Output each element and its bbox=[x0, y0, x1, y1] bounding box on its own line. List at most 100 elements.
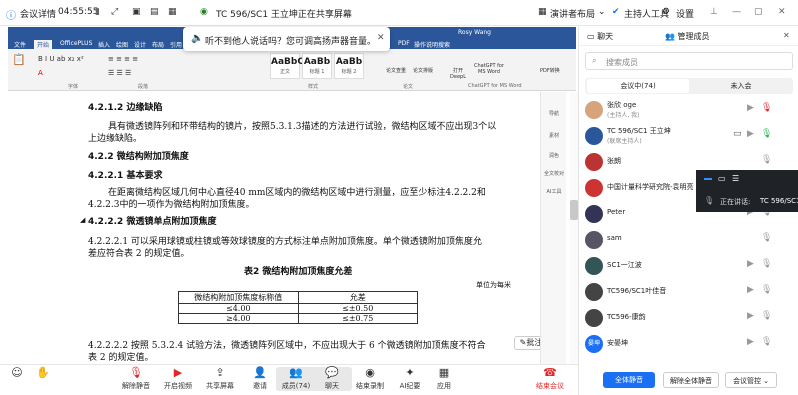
close-icon[interactable]: ✕ bbox=[377, 33, 385, 43]
member-row[interactable]: SC1一江波 ▶ 🎙 bbox=[579, 254, 798, 280]
stop-recording-button[interactable]: ◉ 结束录制 bbox=[350, 367, 390, 391]
start-video-button[interactable]: ▶ 开启视频 bbox=[158, 367, 198, 391]
invite-button[interactable]: 👤 邀请 bbox=[240, 367, 280, 391]
ribbon-button[interactable]: 论文查重 bbox=[386, 67, 406, 74]
ribbon-group-label: 字体 bbox=[68, 84, 79, 90]
video-off-icon[interactable]: ▶ bbox=[747, 129, 754, 139]
meeting-details-link[interactable]: 会议详情 bbox=[20, 7, 56, 20]
hang-up-icon: ☎ bbox=[543, 366, 557, 379]
gear-icon[interactable]: ⚙ bbox=[662, 7, 670, 17]
style-normal[interactable]: AaBbC 正文 bbox=[270, 53, 304, 79]
style-heading-2[interactable]: AaBb 标题 2 bbox=[334, 53, 364, 79]
search-input[interactable]: ⌕ 搜索成员 bbox=[585, 52, 793, 70]
mic-muted-icon[interactable]: 🎙 bbox=[761, 103, 772, 113]
meeting-top-bar: ⓘ 会议详情 04:55:55 ▮ ⤢ ▣ ▤ ▦ ◉ TC 596/SC1 王… bbox=[0, 0, 798, 26]
video-off-icon[interactable]: ▶ bbox=[747, 311, 754, 321]
minimize-icon[interactable] bbox=[704, 178, 712, 180]
info-icon[interactable]: ⓘ bbox=[6, 7, 16, 22]
pdf-convert-button[interactable]: PDF转换 bbox=[540, 67, 560, 74]
member-row[interactable]: 张欣 oge (主持人, 我) ▶ 🎙 bbox=[579, 98, 798, 124]
members-button[interactable]: 👥 成员(74) bbox=[276, 367, 316, 391]
deepl-button[interactable]: 打开 DeepL bbox=[450, 67, 466, 80]
word-tab[interactable]: 绘图 bbox=[116, 40, 128, 49]
mic-muted-icon[interactable]: 🎙 bbox=[761, 311, 772, 321]
member-row[interactable]: TC596/SC1叶佳音 ▶ 🎙 bbox=[579, 280, 798, 306]
side-tool[interactable]: 润色 bbox=[544, 152, 564, 159]
word-tab[interactable]: 设计 bbox=[134, 40, 146, 49]
minimize-icon[interactable]: — bbox=[732, 7, 741, 17]
word-tab[interactable]: PDF bbox=[398, 40, 410, 47]
share-screen-icon: ▭ bbox=[733, 129, 742, 139]
tab-chat[interactable]: ▭ 聊天 bbox=[587, 31, 613, 42]
notice-text: 听不到他人说话吗？您可调高扬声器音量。 bbox=[205, 37, 377, 47]
side-tool[interactable]: 全文校对 bbox=[544, 170, 564, 177]
popout-icon[interactable]: ⤢ bbox=[111, 7, 118, 17]
video-off-icon[interactable]: ▶ bbox=[747, 285, 754, 295]
unmute-all-button[interactable]: 解除全体静音 bbox=[663, 372, 719, 388]
window-icon[interactable]: ▭ bbox=[718, 174, 726, 183]
mic-muted-icon[interactable]: 🎙 bbox=[761, 259, 772, 269]
chatgpt-button[interactable]: ChatGPT for MS Word bbox=[470, 63, 508, 75]
meeting-toolbar: ☺ ✋ 🎙 解除静音 ▶ 开启视频 ⇪ 共享屏幕 👤 邀请 👥 成员(74) 💬 聊天 ◉ 结… bbox=[0, 364, 578, 395]
close-icon[interactable]: ✕ bbox=[778, 7, 786, 17]
menu-icon[interactable]: ☰ bbox=[732, 174, 739, 183]
collapse-arrow-icon[interactable]: ◢ bbox=[80, 216, 85, 224]
chat-button[interactable]: 💬 聊天 bbox=[312, 367, 352, 391]
mic-muted-icon[interactable]: 🎙 bbox=[761, 337, 772, 347]
maximize-icon[interactable]: ▢ bbox=[754, 7, 763, 17]
search-placeholder: 搜索成员 bbox=[606, 58, 638, 67]
paragraph-controls[interactable]: ≡ ≡ ≡ ≡ bbox=[108, 55, 138, 63]
style-heading-1[interactable]: AaBb 标题 1 bbox=[302, 53, 332, 79]
member-row[interactable]: TC596-康韵 ▶ 🎙 bbox=[579, 306, 798, 332]
ribbon-button[interactable]: 论文排版 bbox=[413, 67, 433, 74]
settings-button[interactable]: 设置 bbox=[676, 7, 694, 20]
raise-hand-icon[interactable]: ✋ bbox=[28, 367, 58, 381]
align-controls[interactable]: ☰ ☰ ☰ bbox=[108, 69, 131, 77]
tab-in-meeting[interactable]: 会议中(74) bbox=[587, 79, 689, 93]
side-tool[interactable]: 素材 bbox=[544, 132, 564, 139]
avatar bbox=[585, 127, 603, 145]
mic-muted-icon[interactable]: 🎙 bbox=[761, 285, 772, 295]
member-name: 张朗 bbox=[607, 157, 621, 165]
mute-all-button[interactable]: 全体静音 bbox=[603, 372, 655, 388]
word-tab[interactable]: 插入 bbox=[98, 40, 110, 49]
video-off-icon[interactable]: ▶ bbox=[747, 259, 754, 269]
unmute-button[interactable]: 🎙 解除静音 bbox=[116, 367, 156, 391]
speaker-layout-button[interactable]: 演讲者布局 bbox=[550, 7, 595, 20]
member-row[interactable]: sam 🎙 bbox=[579, 228, 798, 254]
side-tool[interactable]: AI工具 bbox=[544, 188, 564, 195]
pin-icon[interactable]: ⊥ bbox=[710, 7, 718, 17]
toolbar-label: 开启视频 bbox=[164, 382, 192, 390]
tab-manage-members[interactable]: 👥 管理成员 bbox=[665, 31, 710, 42]
side-tool[interactable]: 导航 bbox=[544, 110, 564, 117]
apps-button[interactable]: ▦ 应用 bbox=[424, 367, 464, 391]
end-meeting-button[interactable]: ☎ 结束会议 bbox=[530, 367, 570, 391]
mic-muted-icon[interactable]: 🎙 bbox=[761, 233, 772, 243]
tab-not-joined[interactable]: 未入会 bbox=[691, 79, 791, 93]
member-name: SC1一江波 bbox=[607, 261, 642, 269]
member-row[interactable]: 晏坤 安晏坤 ▶ 🎙 bbox=[579, 332, 798, 358]
style-name: 标题 1 bbox=[309, 69, 325, 75]
mic-on-icon[interactable]: 🎙 bbox=[761, 129, 772, 139]
font-color-icon[interactable]: A bbox=[38, 69, 43, 77]
word-tab[interactable]: OfficePLUS bbox=[60, 40, 92, 47]
chevron-down-icon[interactable]: ⌄ bbox=[598, 7, 606, 17]
word-tab[interactable]: 开始 bbox=[34, 40, 53, 49]
vertical-scrollbar[interactable] bbox=[570, 92, 578, 374]
word-tab[interactable]: 文件 bbox=[14, 40, 26, 49]
toolbar-label: 邀请 bbox=[253, 382, 267, 390]
grid-layout-icon[interactable]: ▦ bbox=[538, 7, 547, 17]
font-controls[interactable]: B I U ab x₂ x² bbox=[38, 55, 84, 63]
video-off-icon[interactable]: ▶ bbox=[747, 337, 754, 347]
word-tab[interactable]: 布局 bbox=[152, 40, 164, 49]
scroll-thumb[interactable] bbox=[570, 200, 578, 220]
member-row[interactable]: TC 596/SC1 王立坤 (联席主持人) ▭ ▶ 🎙 bbox=[579, 124, 798, 150]
mic-muted-icon[interactable]: 🎙 bbox=[761, 155, 772, 165]
meeting-control-button[interactable]: 会议管控 ⌄ bbox=[725, 372, 777, 388]
word-tab[interactable]: 引用 bbox=[170, 40, 182, 49]
close-icon[interactable]: ✕ bbox=[783, 31, 790, 40]
video-off-icon[interactable]: ▶ bbox=[747, 103, 754, 113]
paste-icon[interactable]: 📋 bbox=[12, 53, 26, 66]
share-screen-button[interactable]: ⇪ 共享屏幕 bbox=[200, 367, 240, 391]
word-tab[interactable]: 操作说明搜索 bbox=[414, 40, 450, 49]
